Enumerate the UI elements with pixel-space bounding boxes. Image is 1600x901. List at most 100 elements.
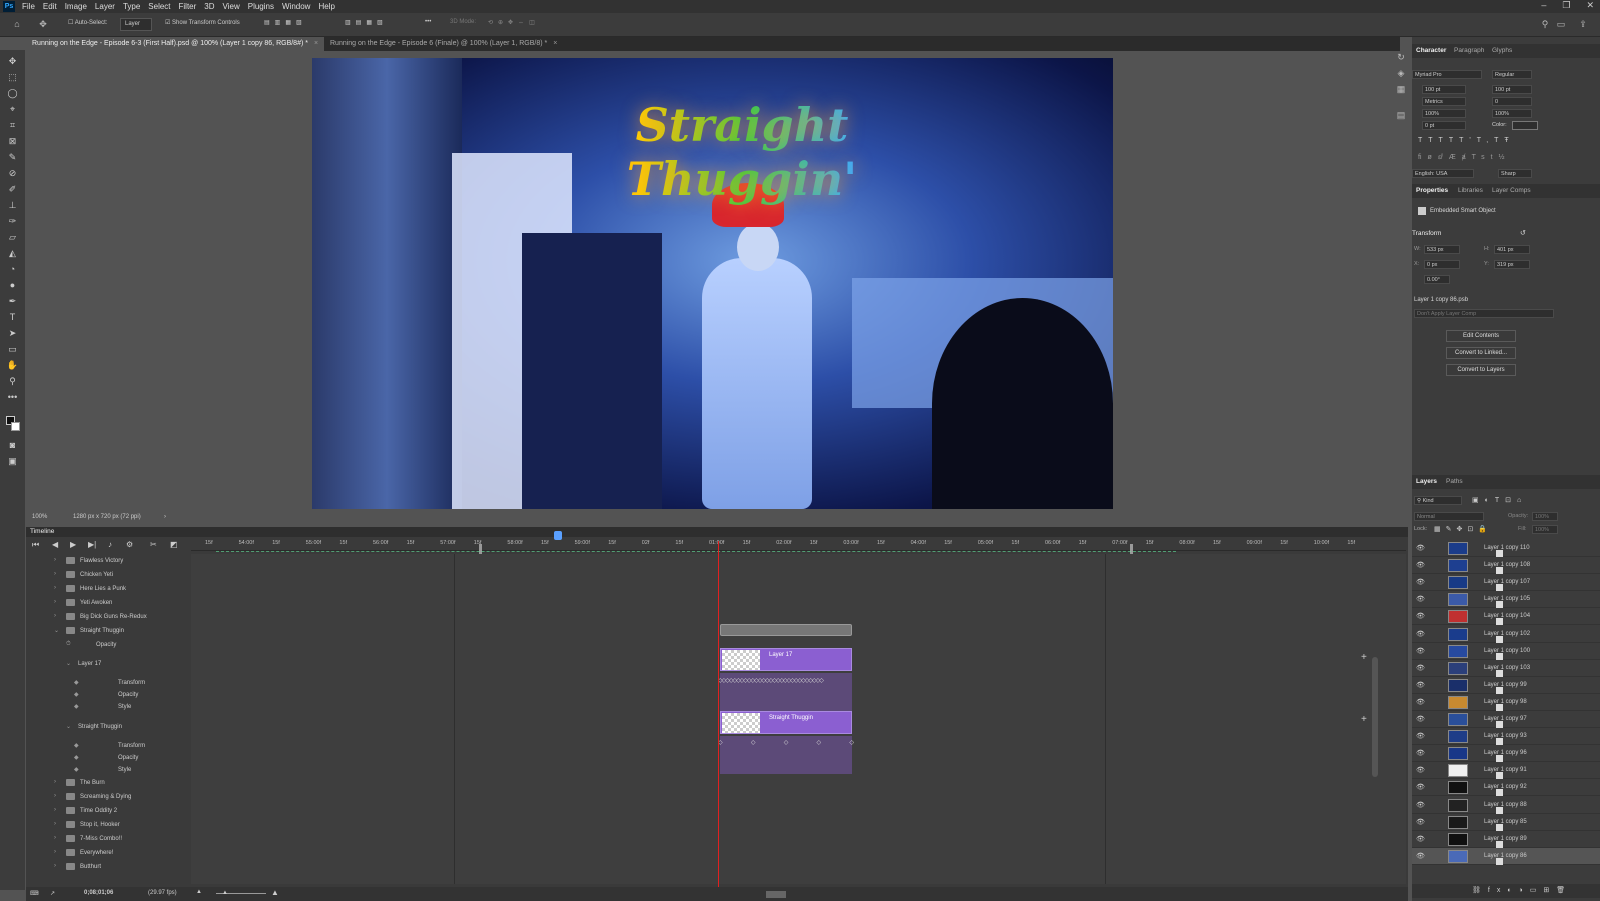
layer-row[interactable]: 👁 Layer 1 copy 110: [1412, 540, 1600, 557]
visibility-eye-icon[interactable]: 👁: [1416, 852, 1425, 860]
convert-to-layers-button[interactable]: Convert to Layers: [1446, 364, 1516, 376]
baseline-shift-field[interactable]: 0 pt: [1422, 121, 1466, 130]
tab-properties[interactable]: Properties: [1416, 187, 1448, 194]
opacity-field[interactable]: 100%: [1532, 512, 1558, 521]
visibility-eye-icon[interactable]: 👁: [1416, 715, 1425, 723]
history-icon[interactable]: ↻: [1396, 52, 1406, 62]
layer-row[interactable]: 👁 Layer 1 copy 97: [1412, 711, 1600, 728]
blend-mode-dropdown[interactable]: Normal: [1414, 512, 1484, 521]
layer-row[interactable]: 👁 Layer 1 copy 99: [1412, 677, 1600, 694]
first-frame-icon[interactable]: ⏮: [32, 540, 39, 550]
settings-icon[interactable]: ⚙: [126, 540, 133, 549]
track-row[interactable]: › 7-Miss Combo!!: [26, 832, 191, 846]
align-icons[interactable]: ▤▥▦▧: [264, 19, 307, 26]
horizontal-scale-field[interactable]: 100%: [1492, 109, 1532, 118]
kerning-field[interactable]: Metrics: [1422, 97, 1466, 106]
expand-chevron-icon[interactable]: ›: [54, 599, 56, 605]
menu-plugins[interactable]: Plugins: [244, 2, 278, 11]
visibility-eye-icon[interactable]: 👁: [1416, 783, 1425, 791]
eyedropper-icon[interactable]: ✎: [5, 150, 20, 164]
expand-chevron-icon[interactable]: ›: [54, 613, 56, 619]
menu-edit[interactable]: Edit: [39, 2, 61, 11]
crop-icon[interactable]: ⌗: [5, 118, 20, 132]
y-field[interactable]: 319 px: [1494, 260, 1530, 269]
layer-row[interactable]: 👁 Layer 1 copy 98: [1412, 694, 1600, 711]
work-area-end-handle[interactable]: [1130, 544, 1133, 554]
tab-episode-6-3[interactable]: Running on the Edge - Episode 6-3 (First…: [26, 37, 324, 51]
keyframe-icon[interactable]: ◆: [74, 742, 79, 749]
reset-transform-icon[interactable]: ↺: [1520, 229, 1526, 237]
expand-chevron-icon[interactable]: ›: [54, 821, 56, 827]
track-row[interactable]: ◆ Style: [26, 700, 191, 714]
track-row[interactable]: ⏱ Opacity: [26, 638, 191, 652]
visibility-eye-icon[interactable]: 👁: [1416, 595, 1425, 603]
menu-window[interactable]: Window: [278, 2, 314, 11]
keyframe-icon[interactable]: ◆: [74, 703, 79, 710]
layer-row[interactable]: 👁 Layer 1 copy 85: [1412, 814, 1600, 831]
visibility-eye-icon[interactable]: 👁: [1416, 664, 1425, 672]
menu-type[interactable]: Type: [119, 2, 144, 11]
quick-mask-icon[interactable]: ◙: [5, 438, 20, 452]
close-icon[interactable]: ✕: [1586, 0, 1594, 11]
track-row[interactable]: › Flawless Victory: [26, 554, 191, 568]
share-icon[interactable]: ⇪: [1578, 19, 1588, 29]
angle-field[interactable]: 0.00°: [1424, 275, 1450, 284]
vertical-scrollbar[interactable]: [1372, 657, 1378, 777]
dodge-icon[interactable]: ●: [5, 278, 20, 292]
status-arrow-icon[interactable]: ›: [164, 514, 166, 520]
close-tab-icon[interactable]: ×: [314, 40, 318, 47]
visibility-eye-icon[interactable]: 👁: [1416, 749, 1425, 757]
zoom-out-mountain-icon[interactable]: ▲: [196, 889, 202, 895]
track-row[interactable]: › Butthurt: [26, 860, 191, 874]
more-tools-icon[interactable]: •••: [5, 390, 20, 404]
font-size-field[interactable]: 100 pt: [1422, 85, 1466, 94]
track-row[interactable]: › The Burn: [26, 776, 191, 790]
vertical-scale-field[interactable]: 100%: [1422, 109, 1466, 118]
document-canvas[interactable]: Straight Thuggin': [312, 58, 1113, 509]
tracking-field[interactable]: 0: [1492, 97, 1532, 106]
convert-to-linked-button[interactable]: Convert to Linked...: [1446, 347, 1516, 359]
visibility-eye-icon[interactable]: 👁: [1416, 561, 1425, 569]
layer-row[interactable]: 👁 Layer 1 copy 108: [1412, 557, 1600, 575]
track-row[interactable]: ⌄ Straight Thuggin: [26, 720, 191, 734]
width-field[interactable]: 533 px: [1424, 245, 1460, 254]
layer-row[interactable]: 👁 Layer 1 copy 105: [1412, 591, 1600, 609]
visibility-eye-icon[interactable]: 👁: [1416, 732, 1425, 740]
expand-chevron-icon[interactable]: ›: [54, 557, 56, 563]
clip-layer-17[interactable]: Layer 17: [720, 648, 852, 671]
blur-icon[interactable]: ◔: [5, 262, 20, 276]
transition-icon[interactable]: ◩: [170, 540, 178, 549]
track-row[interactable]: ⌄ Straight Thuggin: [26, 624, 191, 638]
actions-icon[interactable]: ◈: [1396, 68, 1406, 78]
show-transform-checkbox[interactable]: ☑ Show Transform Controls: [165, 19, 240, 26]
keyframe-icon[interactable]: ◆: [74, 766, 79, 773]
prev-frame-icon[interactable]: ◀: [52, 540, 58, 549]
split-icon[interactable]: ✂: [150, 540, 157, 549]
transform-keyframes[interactable]: ◇◇◇◇◇◇◇◇◇◇◇◇◇◇◇◇◇◇◇◇◇◇◇◇◇◇◇◇◇: [718, 677, 854, 684]
font-style-dropdown[interactable]: Regular: [1492, 70, 1532, 79]
opentype-buttons[interactable]: ﬁøⅆÆⱥTst½: [1418, 153, 1510, 161]
close-tab-icon[interactable]: ×: [553, 40, 557, 47]
expand-chevron-icon[interactable]: ›: [54, 835, 56, 841]
hand-icon[interactable]: ✋: [5, 358, 20, 372]
tab-paragraph[interactable]: Paragraph: [1454, 47, 1484, 54]
restore-icon[interactable]: ❐: [1562, 0, 1570, 11]
background-color-swatch[interactable]: [11, 422, 20, 431]
layer-row[interactable]: 👁 Layer 1 copy 102: [1412, 626, 1600, 643]
layer-row[interactable]: 👁 Layer 1 copy 96: [1412, 745, 1600, 763]
current-timecode[interactable]: 0;08;01;06: [84, 890, 113, 896]
track-row[interactable]: › Time Oddity 2: [26, 804, 191, 818]
layer-comp-dropdown[interactable]: Don't Apply Layer Comp: [1414, 309, 1554, 318]
marquee-icon[interactable]: ⬚: [5, 70, 20, 84]
stamp-icon[interactable]: ⊥: [5, 198, 20, 212]
filter-kind-dropdown[interactable]: ⚲ Kind: [1414, 496, 1462, 505]
visibility-eye-icon[interactable]: 👁: [1416, 647, 1425, 655]
search-icon[interactable]: ⚲: [1540, 19, 1550, 29]
tab-glyphs[interactable]: Glyphs: [1492, 47, 1512, 54]
expand-chevron-icon[interactable]: ›: [54, 849, 56, 855]
track-row[interactable]: › Everywhere!: [26, 846, 191, 860]
menu-select[interactable]: Select: [144, 2, 174, 11]
table-icon[interactable]: ▤: [1396, 110, 1406, 120]
track-row[interactable]: › Screaming & Dying: [26, 790, 191, 804]
zoom-in-mountain-icon[interactable]: ▲: [271, 888, 279, 897]
